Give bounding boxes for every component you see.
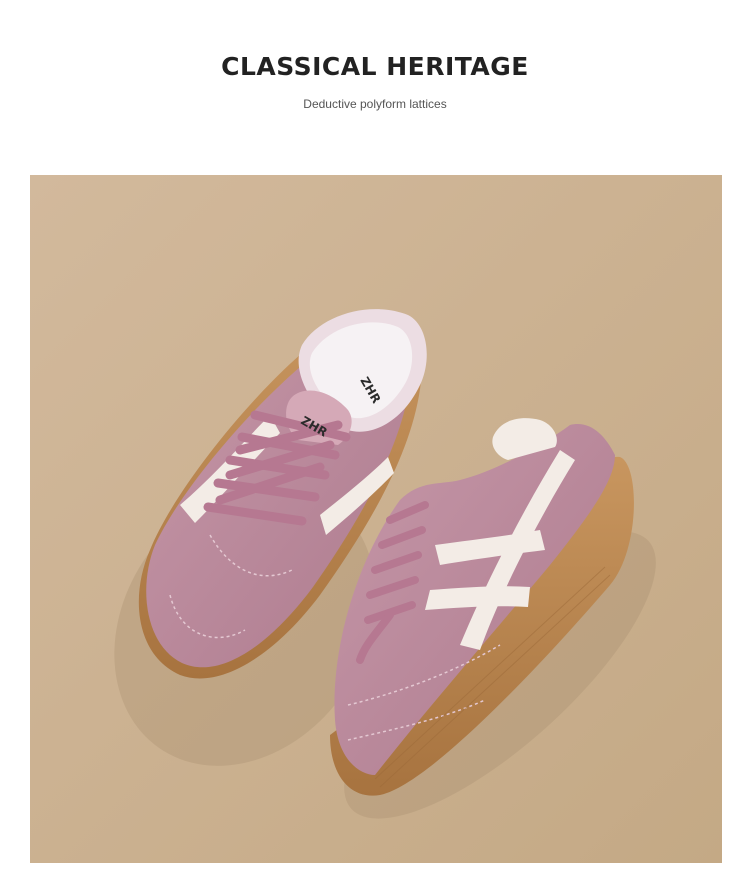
page-title: CLASSICAL HERITAGE [221,52,529,81]
product-photo: ZHR ZHR [30,175,722,863]
page-subtitle: Deductive polyform lattices [303,97,447,111]
sneakers-illustration: ZHR ZHR [30,175,722,863]
product-page: CLASSICAL HERITAGE Deductive polyform la… [0,0,750,878]
